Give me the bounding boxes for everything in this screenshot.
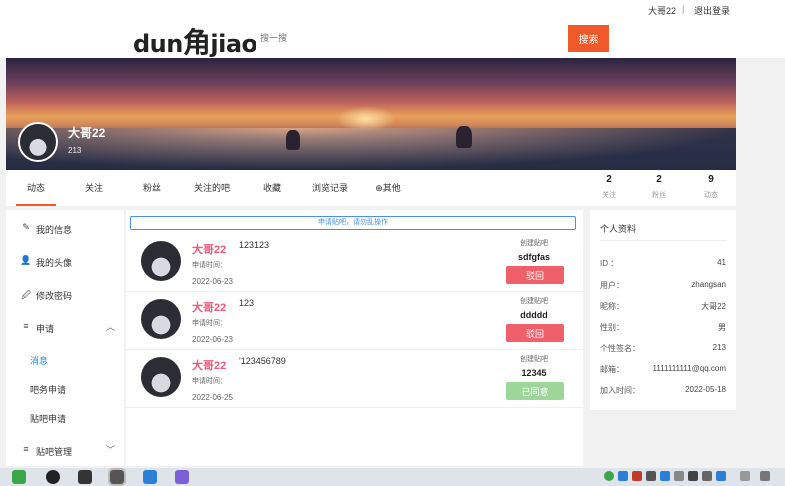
app-icon[interactable]	[12, 470, 26, 484]
banner-figure	[286, 130, 300, 150]
application-time: 2022-06-25	[192, 393, 233, 402]
applicant-name[interactable]: 大哥22	[192, 241, 226, 257]
sidebar-item-bar-management[interactable]: ≡ 贴吧管理 ﹀	[6, 440, 124, 462]
terminal-icon[interactable]	[78, 470, 92, 484]
tray-icon[interactable]	[618, 471, 628, 481]
list-item: 大哥22 '123456789 申请时间： 2022-06-25 创建贴吧 12…	[126, 350, 583, 408]
chevron-down-icon: ﹀	[106, 445, 116, 455]
application-content: 123	[239, 298, 255, 308]
search-button[interactable]: 搜索	[568, 25, 609, 52]
site-header: dun角jiao 搜索	[0, 20, 785, 61]
sidebar-item-my-info[interactable]: ✎ 我的信息	[6, 218, 124, 240]
sidebar-item-my-avatar[interactable]: 👤 我的头像	[6, 251, 124, 273]
banner-figure	[456, 126, 472, 148]
sidebar-sub-messages[interactable]: 消息	[30, 354, 48, 367]
applicant-name[interactable]: 大哥22	[192, 357, 226, 373]
bar-label: 创建贴吧	[520, 240, 548, 247]
profile-info-panel: 个人资料 ID ： 41 用户： zhangsan 昵称： 大哥22 性别：男 个性签…	[590, 210, 736, 410]
tray-icon[interactable]	[702, 471, 712, 481]
application-time: 2022-06-23	[192, 335, 233, 344]
sidebar-item-apply[interactable]: ≡ 申请 ︿	[6, 317, 124, 339]
banner-clouds	[6, 128, 736, 170]
tab-other[interactable]: ⊕其他	[368, 170, 408, 206]
user-icon: 👤	[20, 255, 32, 265]
profile-id: 213	[68, 146, 82, 155]
profile-name: 大哥22	[68, 126, 106, 140]
sidebar-sub-bar-admin-apply[interactable]: 吧务申请	[30, 383, 66, 396]
tray-icon[interactable]	[740, 471, 750, 481]
tray-icon[interactable]	[716, 471, 726, 481]
vscode-icon[interactable]	[143, 470, 157, 484]
chevron-up-icon: ︿	[106, 322, 116, 332]
avatar[interactable]	[141, 299, 181, 339]
application-content: '123456789	[239, 356, 286, 366]
tray-icon[interactable]	[660, 471, 670, 481]
application-list: 申请贴吧，请勿乱操作 大哥22 123123 申请时间： 2022-06-23 …	[126, 210, 583, 466]
site-logo[interactable]: dun角jiao	[133, 21, 258, 61]
stat-activity[interactable]: 9 动态	[696, 174, 726, 200]
bar-name: 12345	[521, 368, 547, 378]
sidebar: ✎ 我的信息 👤 我的头像 🖉 修改密码 ≡ 申请 ︿ 消息 吧务申请 贴吧申请…	[6, 210, 124, 466]
tab-favorites[interactable]: 收藏	[254, 170, 290, 206]
tab-history[interactable]: 浏览记录	[306, 170, 354, 206]
tray-icon[interactable]	[688, 471, 698, 481]
panel-title: 个人资料	[600, 224, 637, 234]
tab-following[interactable]: 关注	[76, 170, 112, 206]
app-icon[interactable]	[175, 470, 189, 484]
sidebar-sub-bar-apply[interactable]: 贴吧申请	[30, 412, 66, 425]
reject-button[interactable]: 驳回	[506, 324, 564, 342]
stat-following[interactable]: 2 关注	[594, 174, 624, 200]
app-icon[interactable]	[108, 468, 126, 486]
avatar[interactable]	[141, 241, 181, 281]
application-time: 2022-06-23	[192, 277, 233, 286]
tray-icon[interactable]	[632, 471, 642, 481]
bar-name: ddddd	[520, 310, 548, 320]
notice-banner: 申请贴吧，请勿乱操作	[130, 216, 576, 230]
sidebar-item-change-password[interactable]: 🖉 修改密码	[6, 284, 124, 306]
avatar[interactable]	[18, 122, 58, 162]
time-label: 申请时间：	[192, 262, 227, 269]
search-input[interactable]	[256, 25, 568, 51]
bar-name: sdfgfas	[517, 252, 550, 262]
approved-button[interactable]: 已同意	[506, 382, 564, 400]
application-content: 123123	[239, 240, 270, 250]
avatar[interactable]	[141, 357, 181, 397]
pen-icon: 🖉	[21, 290, 31, 300]
menu-icon: ≡	[23, 321, 29, 331]
divider: |	[682, 4, 685, 14]
tab-activity[interactable]: 动态	[16, 170, 56, 206]
applicant-name[interactable]: 大哥22	[192, 299, 226, 315]
tray-icon[interactable]	[760, 471, 770, 481]
tray-icon[interactable]	[646, 471, 656, 481]
divider	[600, 240, 726, 241]
bar-label: 创建贴吧	[520, 298, 548, 305]
bar-label: 创建贴吧	[520, 356, 548, 363]
list-item: 大哥22 123 申请时间： 2022-06-23 创建贴吧 ddddd 驳回	[126, 292, 583, 350]
tray-icon[interactable]	[674, 471, 684, 481]
menu-icon: ≡	[23, 444, 29, 454]
logout-link[interactable]: 退出登录	[694, 4, 730, 17]
tab-fans[interactable]: 粉丝	[134, 170, 170, 206]
profile-tabs: 动态 关注 粉丝 关注的吧 收藏 浏览记录 ⊕其他 2 关注 2 粉丝 9 动态	[6, 170, 736, 206]
top-bar: 大哥22 | 退出登录	[0, 0, 785, 20]
list-item: 大哥22 123123 申请时间： 2022-06-23 创建贴吧 sdfgfa…	[126, 234, 583, 292]
stat-fans[interactable]: 2 粉丝	[644, 174, 674, 200]
edit-icon: ✎	[22, 222, 30, 232]
time-label: 申请时间：	[192, 378, 227, 385]
time-label: 申请时间：	[192, 320, 227, 327]
profile-banner: 大哥22 213	[6, 58, 736, 170]
qq-icon[interactable]	[46, 470, 60, 484]
os-taskbar	[0, 468, 785, 486]
reject-button[interactable]: 驳回	[506, 266, 564, 284]
tray-icon[interactable]	[604, 471, 614, 481]
current-user-link[interactable]: 大哥22	[648, 4, 676, 17]
tab-followed-bars[interactable]: 关注的吧	[190, 170, 234, 206]
